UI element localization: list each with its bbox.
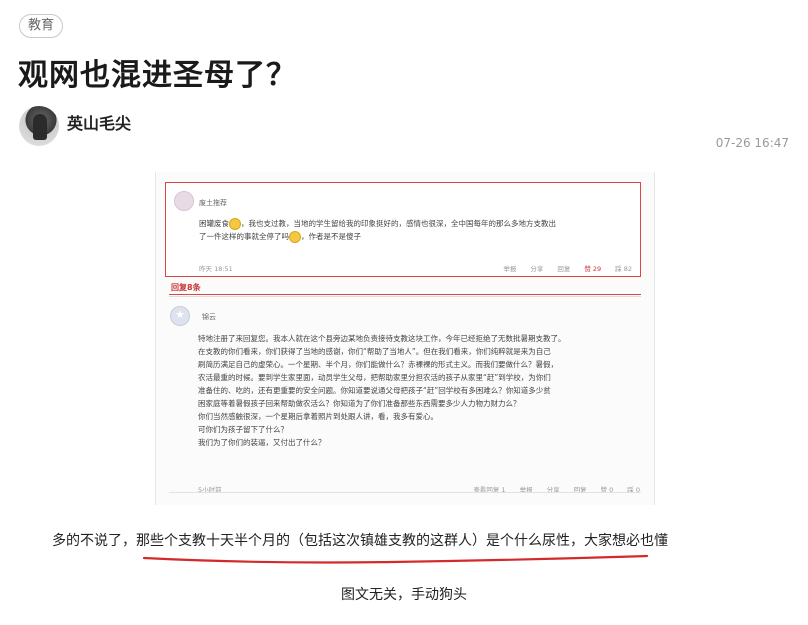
divider [169, 294, 641, 295]
reply-avatar-icon [170, 306, 190, 326]
reply-text: 特地注册了来回复您。我本人就在这个县旁边某地负责接待支教这块工作，今年已经拒绝了… [198, 334, 566, 447]
category-tag[interactable]: 教育 [19, 14, 64, 38]
article-paragraph: 多的不说了，那些个支教十天半个月的（包括这次镇雄支教的这群人）是个什么尿性，大家… [52, 533, 668, 549]
publish-date: 07-26 16:47 [715, 136, 789, 150]
comment-text: 困罐废食 ，我也支过教，当地的学生留给我的印象挺好的，感情也很深，全中国每年的那么… [199, 218, 556, 243]
reply-username: 锦云 [202, 313, 216, 321]
smile-emoji-icon [229, 218, 241, 230]
comment-time: 昨天 18:51 [199, 265, 233, 273]
image-caption: 图文无关，手动狗头 [341, 587, 467, 603]
commenter-avatar [174, 191, 194, 211]
commenter-name: 废土拖荐 [199, 199, 227, 207]
red-underline-annotation [142, 554, 649, 564]
smile-emoji-icon [289, 231, 301, 243]
replies-count: 回复8条 [171, 283, 201, 292]
article-title: 观网也混进圣母了？ [18, 58, 297, 93]
embedded-screenshot: 废土拖荐 困罐废食 ，我也支过教，当地的学生留给我的印象挺好的，感情也很深，全中国… [155, 172, 655, 505]
author-avatar[interactable] [19, 106, 59, 146]
author-name[interactable]: 英山毛尖 [67, 110, 131, 134]
divider [169, 296, 641, 297]
divider [169, 492, 641, 493]
hot-comment: 废土拖荐 困罐废食 ，我也支过教，当地的学生留给我的印象挺好的，感情也很深，全中国… [165, 182, 641, 277]
comment-actions: 举报 分享 回复赞 29 踩 82 [503, 265, 632, 273]
